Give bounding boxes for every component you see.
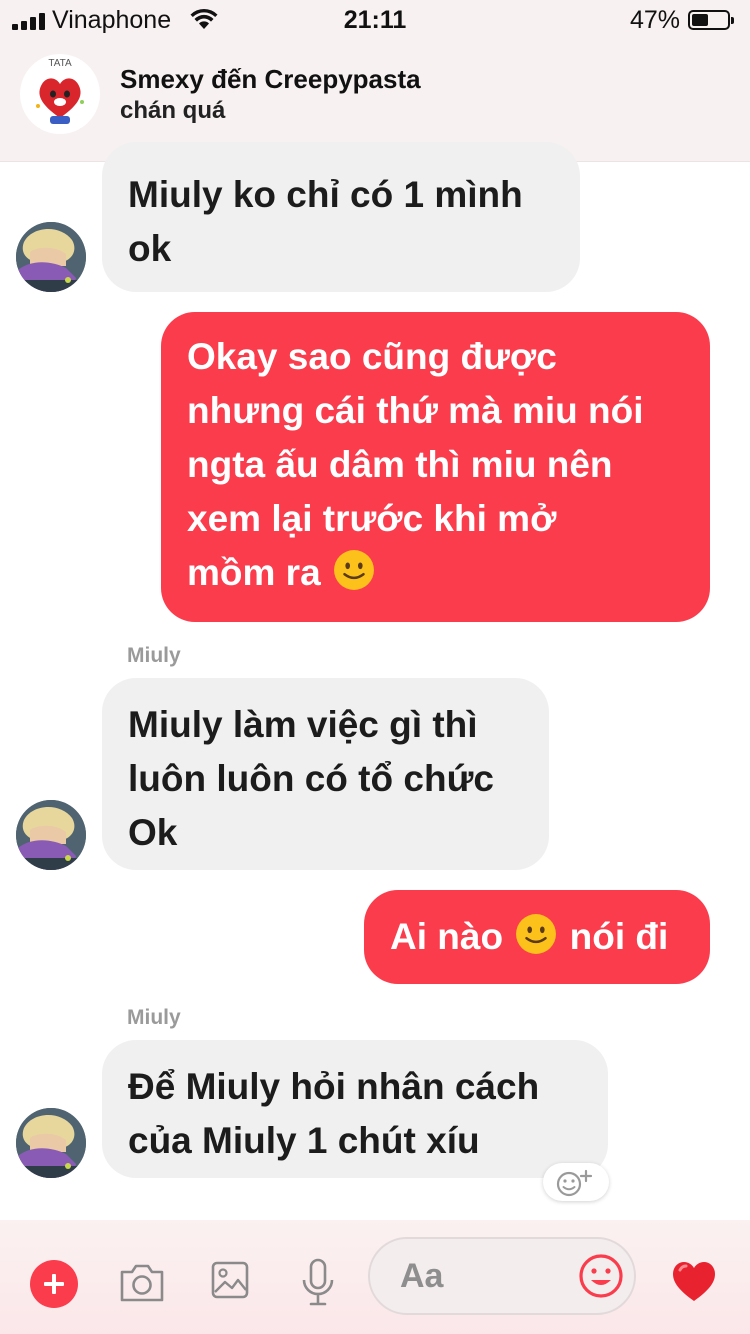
- message-bubble-outgoing[interactable]: Ai nào nói đi: [364, 890, 710, 984]
- message-text: Ai nào: [390, 916, 504, 957]
- message-text: nói đi: [569, 916, 669, 957]
- message-input[interactable]: Aa: [368, 1237, 636, 1315]
- sleeping-character-avatar-icon: [16, 222, 86, 292]
- battery-percentage: 47%: [629, 6, 680, 34]
- message-line: Okay sao cũng được: [187, 336, 557, 377]
- plus-icon[interactable]: [30, 1260, 78, 1308]
- sender-name: Miuly: [127, 1006, 181, 1029]
- message-input-placeholder: Aa: [400, 1257, 444, 1295]
- message-line: Ok: [128, 812, 178, 853]
- image-icon[interactable]: [210, 1260, 250, 1300]
- sender-name: Miuly: [127, 644, 181, 667]
- emoji-icon[interactable]: [578, 1253, 624, 1299]
- status-bar: Vinaphone 21:11 47%: [0, 0, 750, 40]
- add-reaction-icon: [556, 1169, 593, 1197]
- message-line: của Miuly 1 chút xíu: [128, 1120, 480, 1161]
- message-line: ok: [128, 228, 172, 269]
- slightly-smiling-face-emoji: [333, 550, 374, 590]
- message-line: Để Miuly hỏi nhân cách: [128, 1066, 540, 1107]
- sleeping-character-avatar-icon: [16, 800, 86, 870]
- sender-avatar[interactable]: [16, 222, 86, 292]
- heart-icon[interactable]: [670, 1258, 718, 1306]
- group-avatar[interactable]: TATA: [20, 54, 100, 134]
- sleeping-character-avatar-icon: [16, 1108, 86, 1178]
- message-line: mồm ra: [187, 552, 321, 593]
- message-line: luôn luôn có tổ chức: [128, 758, 494, 799]
- message-line: Miuly ko chỉ có 1 mình: [128, 174, 523, 215]
- add-reaction-button[interactable]: [543, 1163, 609, 1201]
- avatar-logo-text: TATA: [48, 58, 72, 69]
- composer-bar: Aa: [0, 1220, 750, 1334]
- message-line: Miuly làm việc gì thì: [128, 704, 478, 745]
- message-line: xem lại trước khi mở: [187, 498, 557, 539]
- battery-icon: [688, 10, 734, 30]
- slightly-smiling-face-emoji: [516, 914, 557, 954]
- message-line: ngta ấu dâm thì miu nên: [187, 444, 613, 485]
- message-bubble-incoming[interactable]: Miuly ko chỉ có 1 mình ok: [102, 142, 580, 292]
- microphone-icon[interactable]: [300, 1258, 336, 1308]
- message-line: nhưng cái thứ mà miu nói: [187, 390, 644, 431]
- camera-icon[interactable]: [118, 1260, 166, 1304]
- message-bubble-incoming[interactable]: Miuly làm việc gì thì luôn luôn có tổ ch…: [102, 678, 549, 870]
- sender-avatar[interactable]: [16, 1108, 86, 1178]
- sender-avatar[interactable]: [16, 800, 86, 870]
- conversation-subtitle: chán quá: [120, 97, 226, 124]
- message-bubble-incoming[interactable]: Để Miuly hỏi nhân cách của Miuly 1 chút …: [102, 1040, 608, 1178]
- message-bubble-outgoing[interactable]: Okay sao cũng được nhưng cái thứ mà miu …: [161, 312, 710, 622]
- conversation-title[interactable]: Smexy đến Creepypasta: [120, 64, 421, 95]
